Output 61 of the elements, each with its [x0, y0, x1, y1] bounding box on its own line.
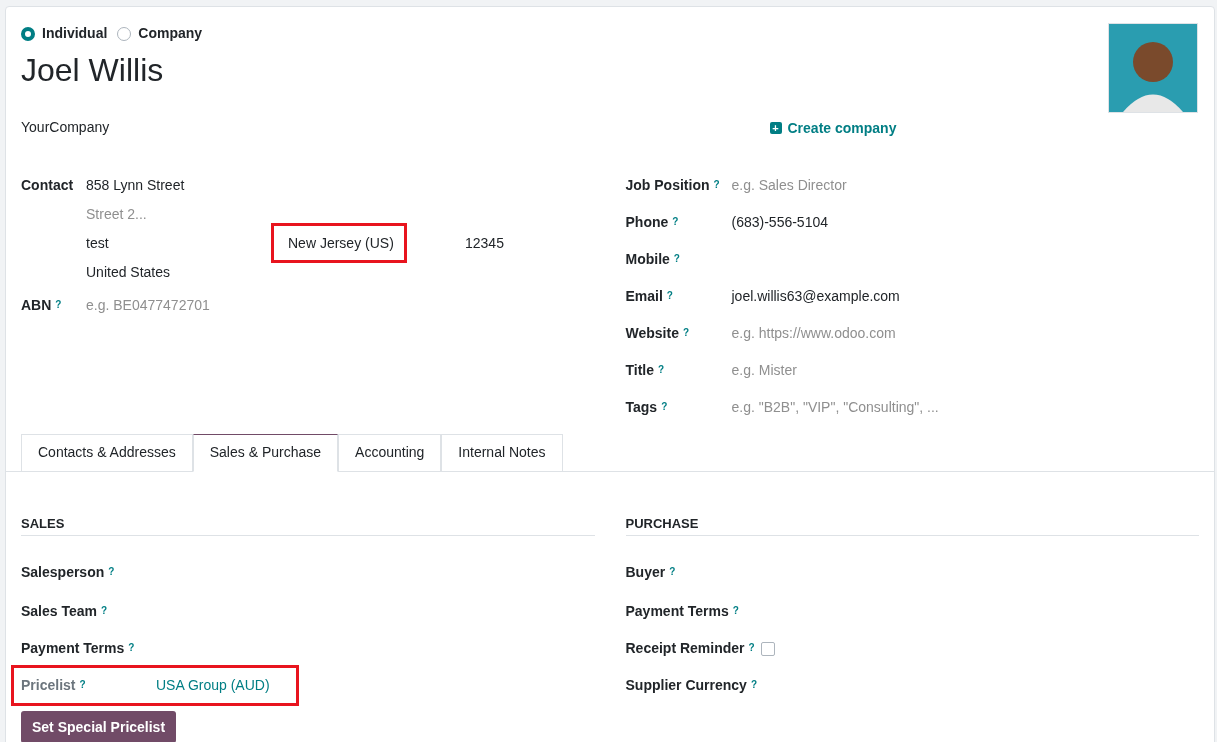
field-label: Pricelist: [21, 677, 76, 693]
help-mark[interactable]: ?: [673, 252, 680, 264]
help-mark[interactable]: ?: [658, 363, 665, 375]
field-label: ABN: [21, 296, 52, 313]
help-mark[interactable]: ?: [55, 298, 62, 310]
field-value[interactable]: joel.willis63@example.com: [731, 285, 900, 307]
field-label: Payment Terms: [21, 640, 125, 656]
street-field[interactable]: 858 Lynn Street: [86, 170, 504, 200]
field-label: Contact: [21, 175, 75, 195]
field-label: Tags: [625, 398, 658, 415]
checkbox[interactable]: [760, 641, 775, 656]
create-company-link[interactable]: + Create company: [769, 117, 897, 139]
help-mark[interactable]: ?: [666, 289, 673, 301]
city-field[interactable]: test: [86, 232, 271, 254]
section-heading: PURCHASE: [625, 513, 1199, 536]
help-mark[interactable]: ?: [101, 605, 108, 616]
input-field[interactable]: e.g. BE0477472701: [86, 294, 210, 316]
plus-icon: +: [769, 122, 782, 134]
set-pricelist-button[interactable]: Set Special Pricelist: [21, 711, 177, 742]
help-mark[interactable]: ?: [682, 326, 690, 338]
input-field[interactable]: e.g. Sales Director: [731, 174, 847, 196]
field-label: Supplier Currency: [625, 677, 747, 693]
radio-label[interactable]: Company: [138, 23, 203, 44]
field-label: Mobile: [625, 250, 670, 267]
section-heading: SALES: [21, 513, 595, 536]
field-label: Payment Terms: [625, 603, 729, 619]
field-value[interactable]: USA Group (AUD): [156, 675, 270, 696]
field-label: Phone: [625, 213, 669, 230]
state-field[interactable]: New Jersey (US): [271, 223, 407, 263]
field-label: Job Position: [625, 176, 710, 193]
field-label: Website: [625, 324, 679, 341]
tab[interactable]: Accounting: [338, 433, 442, 472]
help-mark[interactable]: ?: [732, 605, 739, 616]
field-label: Salesperson: [21, 564, 105, 580]
help-mark[interactable]: ?: [108, 566, 115, 577]
field-label: Email: [625, 287, 663, 304]
field-label: Title: [625, 361, 655, 378]
radio-button[interactable]: [21, 26, 35, 41]
field-label: Sales Team: [21, 603, 97, 619]
help-mark[interactable]: ?: [128, 642, 135, 653]
contact-name[interactable]: Joel Willis: [21, 48, 203, 92]
radio-label[interactable]: Individual: [42, 23, 108, 44]
tab[interactable]: Internal Notes: [441, 433, 563, 472]
help-mark[interactable]: ?: [750, 679, 757, 690]
input-field[interactable]: e.g. "B2B", "VIP", "Consulting", ...: [731, 396, 939, 418]
help-mark[interactable]: ?: [713, 178, 720, 190]
field-label: Buyer: [625, 564, 666, 580]
help-mark[interactable]: ?: [748, 642, 755, 653]
help-mark[interactable]: ?: [669, 566, 676, 577]
input-field[interactable]: e.g. https://www.odoo.com: [731, 322, 896, 344]
tab[interactable]: Contacts & Addresses: [21, 433, 193, 472]
help-mark[interactable]: ?: [79, 679, 86, 690]
zip-field[interactable]: 12345: [465, 232, 504, 254]
avatar[interactable]: [1108, 23, 1198, 113]
field-value[interactable]: (683)-556-5104: [731, 211, 828, 233]
company-field[interactable]: YourCompany: [21, 117, 595, 139]
input-field[interactable]: e.g. Mister: [731, 359, 797, 381]
tab[interactable]: Sales & Purchase: [192, 433, 339, 472]
field-label: Receipt Reminder: [625, 640, 745, 656]
help-mark[interactable]: ?: [672, 215, 679, 227]
help-mark[interactable]: ?: [661, 400, 668, 412]
